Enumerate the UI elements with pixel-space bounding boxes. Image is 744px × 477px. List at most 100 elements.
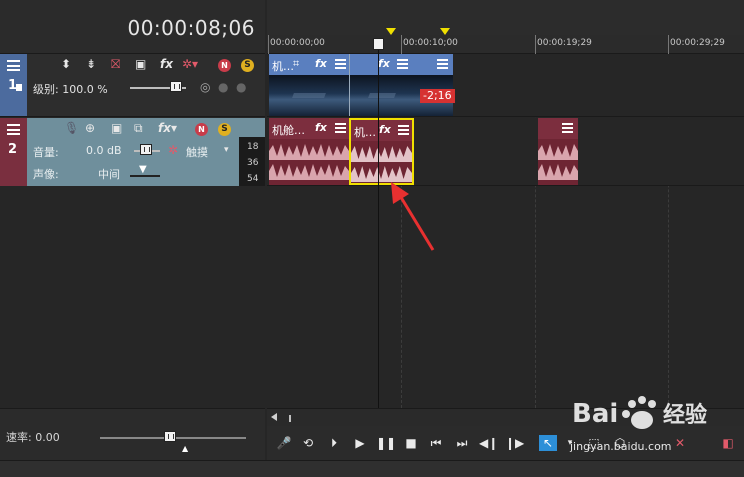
loop-end-marker[interactable] <box>440 28 450 35</box>
go-to-start-icon[interactable]: ⏮ <box>427 435 445 451</box>
audio-meter: 18 36 54 <box>239 137 265 186</box>
record-arm-icon[interactable]: 🎙 <box>64 121 79 135</box>
clip-menu-icon[interactable] <box>397 59 408 69</box>
crop-icon[interactable]: ⌗ <box>293 57 299 71</box>
clip-thumbnail <box>350 75 414 116</box>
audio-track-strip[interactable]: 2 <box>0 118 27 186</box>
pan-label: 声像: <box>33 168 59 181</box>
clip-title: 机… <box>354 126 376 139</box>
playhead-icon[interactable] <box>373 38 384 50</box>
loop-start-marker[interactable] <box>386 28 396 35</box>
waveform-right <box>538 164 578 180</box>
waveform-left <box>538 144 578 160</box>
ruler-label: 00:00:10;00 <box>403 38 458 48</box>
go-to-end-icon[interactable]: ⏭ <box>453 435 471 451</box>
play-icon[interactable]: ▶ <box>351 435 369 451</box>
video-track-lane[interactable]: 机… ⌗ fx fx <box>267 54 744 117</box>
touch-icon[interactable]: ✲ <box>168 143 178 157</box>
child-icon[interactable]: ● <box>236 80 246 94</box>
timecode-text: 00:00:08;06 <box>127 16 255 40</box>
track-menu-icon[interactable] <box>7 124 20 135</box>
parent-icon[interactable]: ● <box>218 80 228 94</box>
volume-slider-knob[interactable] <box>140 144 152 155</box>
normal-edit-tool-icon[interactable]: ↖ <box>539 435 557 451</box>
collapse-icon[interactable]: ⇟ <box>86 57 96 71</box>
scroll-left-icon[interactable] <box>271 413 277 421</box>
fx-icon[interactable]: fx▾ <box>158 121 177 135</box>
ruler-label: 00:00:00;00 <box>270 38 325 48</box>
mute-icon[interactable]: ▣ <box>111 121 122 135</box>
waveform-right <box>269 164 349 180</box>
annotation-arrow-icon <box>391 182 435 251</box>
clip-menu-icon[interactable] <box>335 59 346 69</box>
audio-track-header[interactable]: 2 🎙 ⊕ ▣ ⧉ fx▾ N S 音量: 0.0 dB ✲ 触摸 ▾ 声像: … <box>0 118 265 186</box>
pan-value: 中间 <box>98 168 120 181</box>
watermark-url: jingyan.baidu.com <box>570 440 672 453</box>
audio-track-lane[interactable]: 机舱… fx 机… fx <box>267 118 744 186</box>
duration-badge: -2;16 <box>420 89 455 103</box>
waveform-left <box>351 146 412 162</box>
play-from-start-icon[interactable]: ⏵ <box>325 435 343 451</box>
next-frame-icon[interactable]: ❙▶ <box>505 435 524 451</box>
ruler-tick <box>268 35 269 54</box>
marker-bar[interactable] <box>267 0 744 35</box>
volume-label: 音量: <box>33 146 59 159</box>
prev-frame-icon[interactable]: ◀❙ <box>479 435 498 451</box>
rate-center-icon: ▲ <box>182 444 189 453</box>
mute-badge-icon[interactable]: N <box>218 59 231 72</box>
touch-label[interactable]: 触摸 <box>186 144 208 160</box>
audio-clip[interactable]: 机舱… fx <box>269 118 349 185</box>
svg-text:Bai: Bai <box>572 399 618 429</box>
stop-icon[interactable]: ■ <box>402 435 420 451</box>
clip-menu-icon[interactable] <box>398 125 409 135</box>
audio-clip[interactable] <box>538 118 578 185</box>
clip-thumbnail <box>269 75 349 116</box>
clip-menu-icon[interactable] <box>562 123 573 133</box>
solo-icon[interactable]: S <box>241 59 254 72</box>
video-clip[interactable]: fx <box>349 54 414 116</box>
fx-icon[interactable]: fx <box>378 57 390 70</box>
meter-tick: 18 <box>247 142 259 152</box>
time-ruler[interactable]: 00:00:00;00 00:00:10;00 00:00:19;29 00:0… <box>267 35 744 54</box>
record-icon[interactable]: 🎤 <box>275 435 293 451</box>
fx-icon[interactable]: fx <box>160 57 173 71</box>
track-header-panel: 00:00:08;06 1 ⬍ ⇟ ⛝ ▣ fx ✲▾ N S 级别: 100.… <box>0 0 265 477</box>
rate-panel: 速率: 0.00 ▲ <box>0 408 265 460</box>
chevron-down-icon[interactable]: ▾ <box>224 143 229 157</box>
playhead-line[interactable] <box>378 38 379 408</box>
composite-icon[interactable]: ▣ <box>135 57 146 71</box>
mute-icon[interactable]: ⛝ <box>111 57 120 71</box>
solo-icon[interactable]: S <box>218 123 231 136</box>
fx-icon[interactable]: fx <box>379 123 391 136</box>
fx-icon[interactable]: fx <box>315 57 327 70</box>
expand-icon[interactable]: ⬍ <box>61 57 71 71</box>
motion-icon[interactable]: ✲▾ <box>182 57 198 71</box>
volume-value: 0.0 dB <box>86 144 122 157</box>
rate-label: 速率: 0.00 <box>6 431 60 444</box>
composite-mode-icon[interactable]: ◎ <box>200 80 210 94</box>
mute-badge-icon[interactable]: N <box>195 123 208 136</box>
pan-slider-knob[interactable]: ▼ <box>139 163 147 177</box>
scroll-thumb[interactable] <box>289 415 291 422</box>
audio-clip-selected[interactable]: 机… fx <box>349 118 414 185</box>
loop-icon[interactable]: ⟲ <box>299 435 317 451</box>
video-track-header[interactable]: 1 ⬍ ⇟ ⛝ ▣ fx ✲▾ N S 级别: 100.0 % ◎ ● ● <box>0 54 265 117</box>
pause-icon[interactable]: ❚❚ <box>376 435 396 451</box>
ruler-label: 00:00:29;29 <box>670 38 725 48</box>
envelope-icon[interactable]: ⧉ <box>134 121 143 135</box>
phase-icon[interactable]: ⊕ <box>85 121 95 135</box>
fx-icon[interactable]: fx <box>315 121 327 134</box>
video-track-strip[interactable]: 1 <box>0 54 27 116</box>
clip-menu-icon[interactable] <box>437 59 448 69</box>
svg-text:经验: 经验 <box>663 402 707 428</box>
rate-slider-knob[interactable] <box>164 431 176 442</box>
video-clip[interactable] <box>414 54 453 116</box>
timeline-area[interactable]: 00:00:00;00 00:00:10;00 00:00:19;29 00:0… <box>267 0 744 408</box>
timecode-display: 00:00:08;06 <box>0 0 265 54</box>
ruler-tick <box>668 35 669 54</box>
level-slider-knob[interactable] <box>170 81 182 92</box>
status-bar <box>0 460 744 477</box>
clip-menu-icon[interactable] <box>335 123 346 133</box>
video-clip[interactable]: 机… ⌗ fx <box>269 54 349 116</box>
track-menu-icon[interactable] <box>7 60 20 71</box>
